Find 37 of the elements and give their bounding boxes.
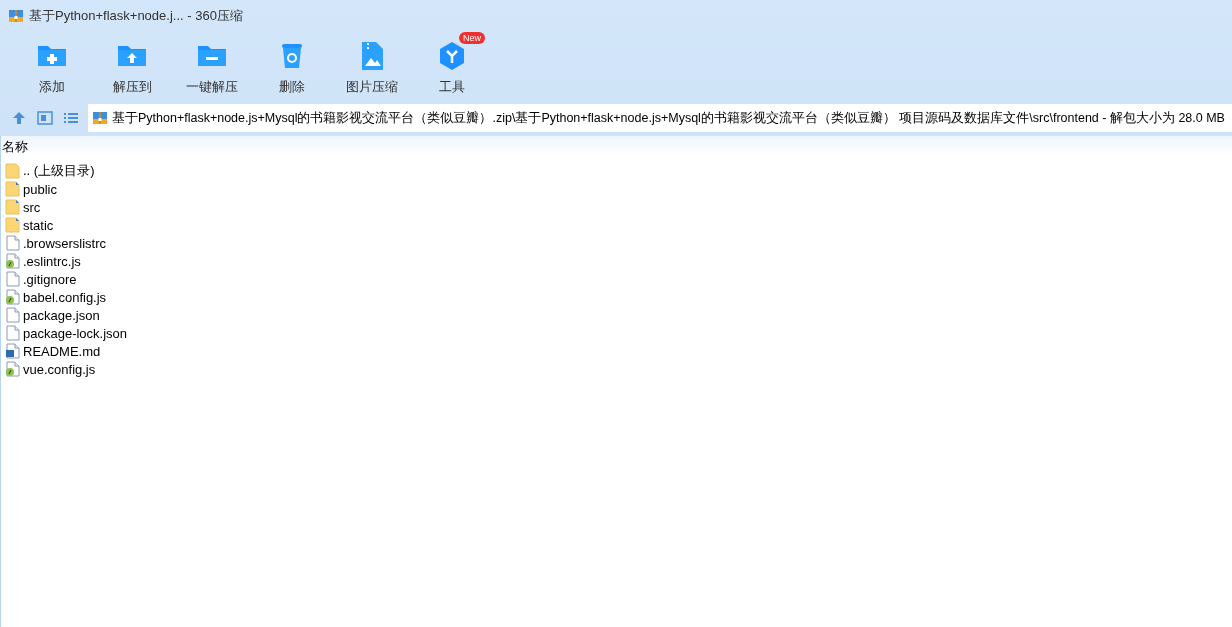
file-name[interactable]: vue.config.js xyxy=(23,361,96,377)
file-name[interactable]: babel.config.js xyxy=(23,289,107,305)
folder-icon xyxy=(5,199,20,215)
column-header[interactable]: 名称 xyxy=(2,138,28,156)
folder-icon xyxy=(5,217,20,233)
file-icon xyxy=(5,325,20,341)
archive-icon xyxy=(8,8,24,24)
file-name[interactable]: public xyxy=(23,181,57,197)
window-title: 基于Python+flask+node.j... - 360压缩 xyxy=(29,7,243,25)
toolbar-button[interactable]: 添加 xyxy=(12,32,92,100)
window-icon[interactable] xyxy=(36,109,54,127)
file-name[interactable]: package.json xyxy=(23,307,100,323)
toolbar-button[interactable]: 删除 xyxy=(252,32,332,100)
file-icon xyxy=(5,235,20,251)
file-name[interactable]: .eslintrc.js xyxy=(23,253,81,269)
file-name[interactable]: .. (上级目录) xyxy=(23,162,95,180)
archive-icon xyxy=(92,110,108,126)
script-file-icon xyxy=(5,361,20,377)
file-name[interactable]: README.md xyxy=(23,343,101,359)
folder-icon xyxy=(5,163,20,179)
toolbar-button[interactable]: New 工具 xyxy=(412,32,492,100)
file-name[interactable]: .gitignore xyxy=(23,271,77,287)
file-name[interactable]: src xyxy=(23,199,41,215)
toolbar-button[interactable]: 一键解压 xyxy=(172,32,252,100)
file-icon xyxy=(5,307,20,323)
toolbar-button[interactable]: 解压到 xyxy=(92,32,172,100)
file-name[interactable]: .browserslistrc xyxy=(23,235,107,251)
script-file-icon xyxy=(5,253,20,269)
new-badge: New xyxy=(459,32,485,44)
address-field[interactable]: 基于Python+flask+node.js+Mysql的书籍影视交流平台（类似豆瓣）.zip\基于Python+flask+node.js+Mysql的书籍影视交流平台（类似豆瓣） 项目源码及数据库文件\src\frontend - 解包大小为 28.0 MB xyxy=(88,104,1232,132)
file-name[interactable]: static xyxy=(23,217,54,233)
toolbar-button[interactable]: 图片压缩 xyxy=(332,32,412,100)
document-file-icon xyxy=(5,343,20,359)
folder-icon xyxy=(5,181,20,197)
script-file-icon xyxy=(5,289,20,305)
file-name[interactable]: package-lock.json xyxy=(23,325,128,341)
file-icon xyxy=(5,271,20,287)
